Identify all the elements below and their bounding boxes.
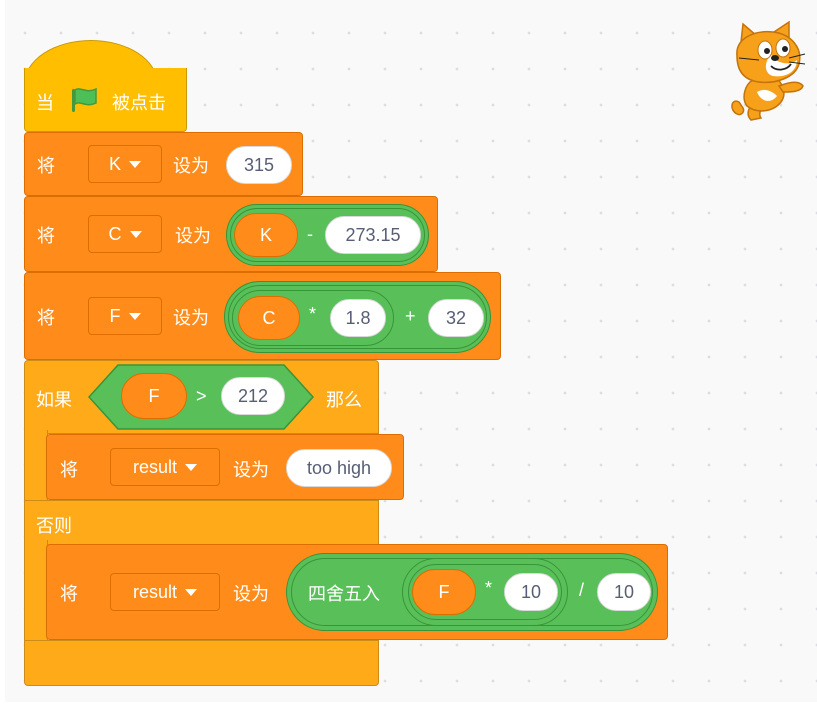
variable-name: F — [109, 305, 121, 326]
set-label: 将 — [60, 584, 78, 605]
if-else-middle-bar — [24, 500, 379, 546]
else-label: 否则 — [36, 516, 72, 537]
variable-name: result — [132, 456, 177, 477]
divide-symbol: / — [579, 580, 585, 600]
variable-dropdown-k[interactable]: K — [88, 145, 162, 183]
green-flag-icon — [68, 86, 100, 114]
scratch-cat-icon[interactable] — [727, 20, 807, 122]
chevron-down-icon — [185, 588, 197, 596]
chevron-down-icon — [185, 463, 197, 471]
if-else-arm-top — [24, 430, 48, 508]
then-label: 那么 — [326, 390, 362, 411]
variable-dropdown-c[interactable]: C — [88, 215, 162, 253]
canvas-edge-bottom — [0, 702, 817, 707]
chevron-down-icon — [128, 312, 141, 320]
multiply-symbol: * — [485, 578, 493, 598]
value-input[interactable]: 315 — [226, 146, 292, 184]
variable-dropdown-result[interactable]: result — [110, 573, 220, 611]
multiply-symbol: * — [309, 304, 317, 324]
number-input[interactable]: 212 — [221, 377, 285, 415]
hat-when-label: 当 — [36, 93, 54, 114]
variable-reporter-k[interactable]: K — [234, 213, 298, 257]
minus-symbol: - — [307, 224, 313, 244]
text-input[interactable]: too high — [286, 449, 392, 487]
hat-seam — [25, 70, 155, 76]
number-input[interactable]: 10 — [597, 573, 651, 611]
set-label: 将 — [37, 226, 55, 247]
variable-name: result — [132, 581, 177, 602]
to-label: 设为 — [175, 226, 211, 247]
if-else-bottom-bar — [24, 640, 379, 686]
variable-dropdown-f[interactable]: F — [88, 297, 162, 335]
variable-reporter-c[interactable]: C — [238, 296, 300, 340]
chevron-down-icon — [129, 160, 141, 168]
if-label: 如果 — [36, 390, 72, 411]
canvas-edge-left — [0, 0, 5, 707]
if-else-arm-bottom — [24, 540, 48, 646]
number-input[interactable]: 1.8 — [330, 299, 386, 337]
set-label: 将 — [60, 460, 78, 481]
number-input[interactable]: 273.15 — [325, 216, 421, 254]
variable-name: K — [108, 153, 121, 174]
round-label: 四舍五入 — [308, 584, 380, 605]
variable-reporter-f[interactable]: F — [412, 569, 476, 615]
plus-symbol: + — [405, 306, 416, 326]
to-label: 设为 — [233, 460, 269, 481]
set-label: 将 — [37, 308, 55, 329]
variable-reporter-f[interactable]: F — [121, 373, 187, 419]
variable-name: C — [108, 223, 122, 244]
chevron-down-icon — [129, 230, 142, 238]
set-label: 将 — [37, 156, 55, 177]
hat-clicked-label: 被点击 — [112, 93, 166, 114]
to-label: 设为 — [173, 156, 209, 177]
number-input[interactable]: 10 — [504, 573, 558, 611]
to-label: 设为 — [233, 584, 269, 605]
number-input[interactable]: 32 — [428, 299, 484, 337]
to-label: 设为 — [173, 308, 209, 329]
greater-than-symbol: > — [196, 386, 207, 406]
variable-dropdown-result[interactable]: result — [110, 448, 220, 486]
